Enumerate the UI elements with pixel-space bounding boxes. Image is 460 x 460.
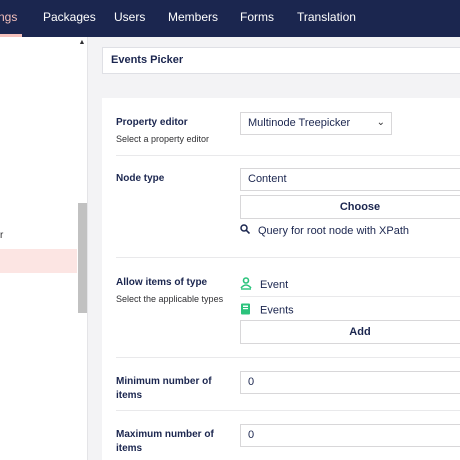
allowed-type-item[interactable]: Events <box>240 303 294 318</box>
allowed-type-name: Events <box>260 304 294 317</box>
min-items-input[interactable]: 0 <box>240 371 460 394</box>
divider <box>240 296 460 297</box>
property-editor-select[interactable]: Multinode Treepicker ⌄ <box>240 112 392 135</box>
query-xpath-link[interactable]: Query for root node with XPath <box>240 224 409 237</box>
nav-item-members[interactable]: Members <box>168 0 218 37</box>
document-type-name: Events Picker <box>111 54 184 66</box>
document-type-name-field[interactable]: Events Picker <box>102 47 460 74</box>
scroll-up-arrow-icon[interactable]: ▲ <box>78 39 86 47</box>
allow-items-description: Select the applicable types <box>116 294 224 304</box>
allow-items-label: Allow items of type <box>116 277 208 288</box>
min-items-value: 0 <box>248 376 255 388</box>
chevron-down-icon: ⌄ <box>376 117 385 128</box>
tree-panel: ▲ r <box>0 37 88 460</box>
choose-button[interactable]: Choose <box>240 195 460 219</box>
query-xpath-label: Query for root node with XPath <box>258 225 410 237</box>
max-items-input[interactable]: 0 <box>240 424 460 447</box>
tree-item-selected[interactable] <box>0 249 77 273</box>
nav-item-packages[interactable]: Packages <box>43 0 96 37</box>
book-icon <box>240 303 254 318</box>
nav-item-translation[interactable]: Translation <box>297 0 356 37</box>
property-editor-label: Property editor <box>116 117 188 128</box>
top-navigation: ngs Packages Users Members Forms Transla… <box>0 0 460 37</box>
max-items-label-line1: Maximum number of <box>116 429 214 440</box>
min-items-label-line1: Minimum number of <box>116 376 212 387</box>
property-editor-description: Select a property editor <box>116 134 210 144</box>
divider <box>116 257 460 258</box>
nav-item-settings[interactable]: ngs <box>0 0 17 37</box>
max-items-label: Maximum number of items <box>116 428 214 456</box>
node-type-label: Node type <box>116 173 165 184</box>
allowed-type-name: Event <box>260 278 289 291</box>
nav-item-users[interactable]: Users <box>114 0 145 37</box>
min-items-label: Minimum number of items <box>116 375 212 403</box>
nav-item-forms[interactable]: Forms <box>240 0 274 37</box>
search-icon <box>240 224 252 237</box>
divider <box>116 357 460 358</box>
divider <box>116 155 460 156</box>
property-editor-selected-value: Multinode Treepicker <box>248 117 351 129</box>
person-pin-icon <box>240 277 254 293</box>
max-items-value: 0 <box>248 429 255 441</box>
tree-item[interactable]: r <box>0 230 3 241</box>
scrollbar-thumb[interactable] <box>78 203 87 313</box>
allowed-type-item[interactable]: Event <box>240 277 288 293</box>
node-type-field[interactable]: Content <box>240 168 460 191</box>
add-type-button[interactable]: Add <box>240 320 460 344</box>
divider <box>116 410 460 411</box>
node-type-value: Content <box>248 173 287 185</box>
max-items-label-line2: items <box>116 443 143 454</box>
min-items-label-line2: items <box>116 390 143 401</box>
